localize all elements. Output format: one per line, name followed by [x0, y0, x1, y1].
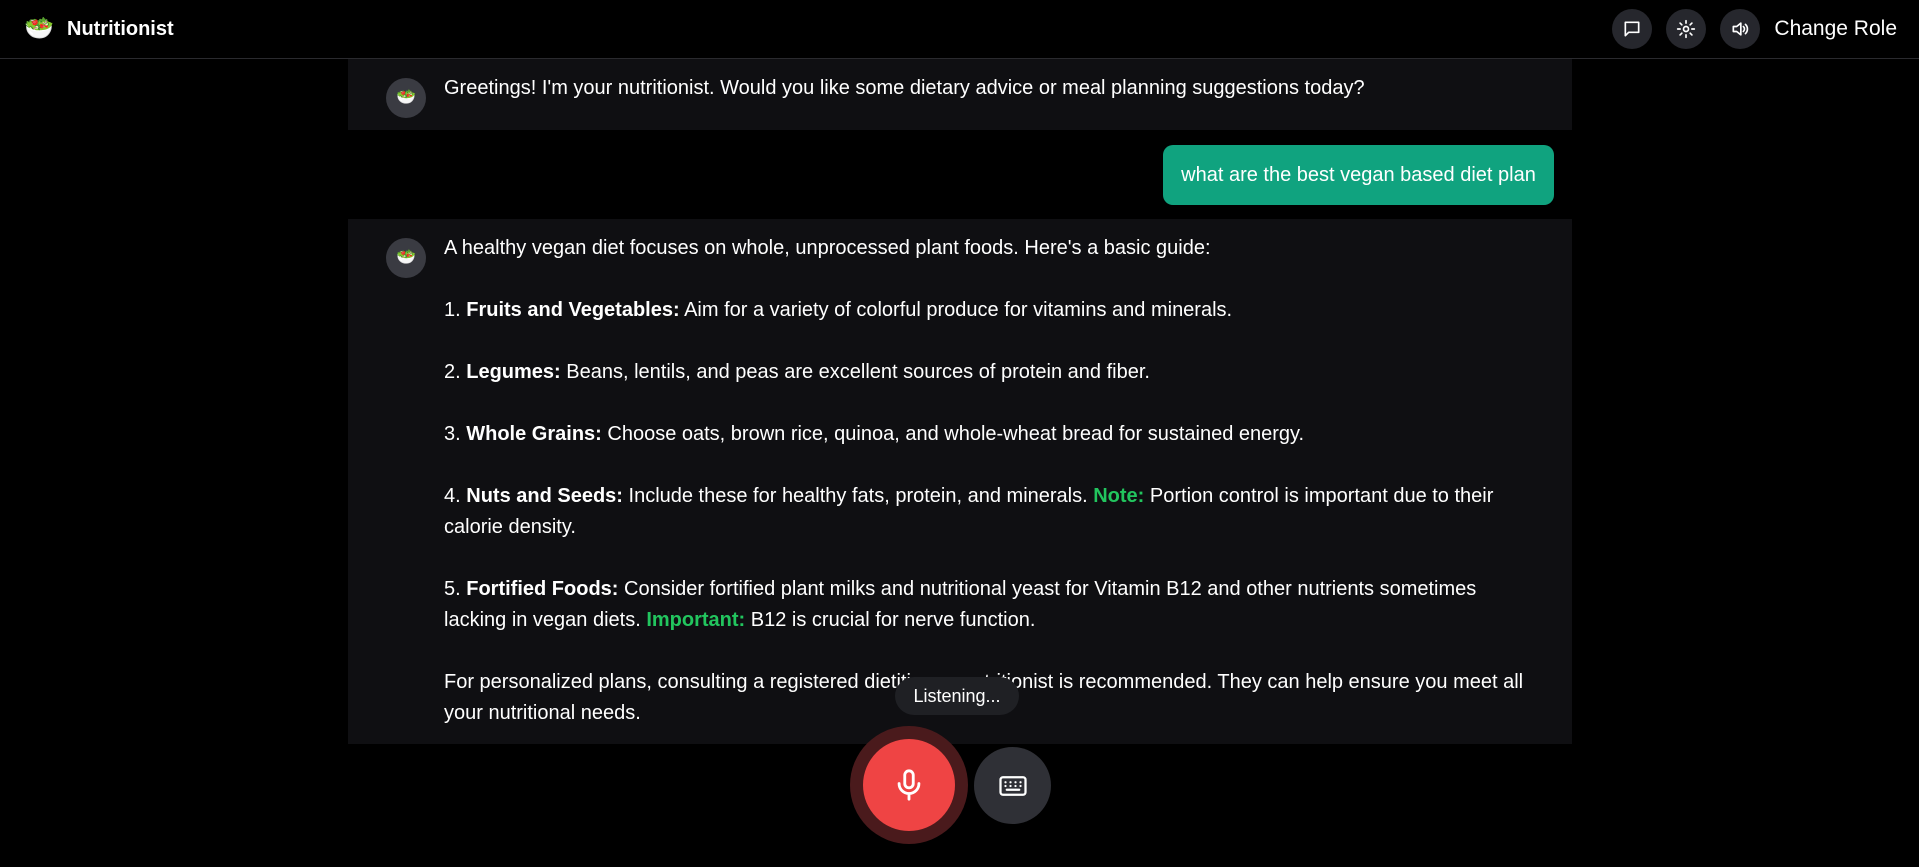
settings-button[interactable]	[1666, 9, 1707, 49]
change-role-button[interactable]: Change Role	[1774, 17, 1897, 41]
chat-button[interactable]	[1612, 9, 1653, 49]
listening-status: Listening...	[895, 677, 1019, 715]
note-label: Note:	[1093, 485, 1145, 507]
app-title: Nutritionist	[67, 17, 174, 40]
top-actions: Change Role	[1598, 8, 1897, 50]
list-item: 4. Nuts and Seeds: Include these for hea…	[444, 485, 1494, 538]
speaker-button[interactable]	[1720, 9, 1761, 49]
keyboard-icon	[998, 775, 1027, 796]
gear-icon	[1677, 19, 1696, 39]
chat-icon	[1624, 21, 1640, 37]
speaker-icon	[1732, 22, 1749, 36]
assistant-message-reply: 🥗 A healthy vegan diet focuses on whole,…	[348, 219, 1572, 744]
assistant-avatar: 🥗	[386, 78, 426, 118]
list-item: 1. Fruits and Vegetables: Aim for a vari…	[444, 299, 1233, 321]
mic-ring	[850, 726, 968, 844]
list-item: 3. Whole Grains: Choose oats, brown rice…	[444, 423, 1305, 445]
greeting-text: Greetings! I'm your nutritionist. Would …	[444, 77, 1365, 99]
reply-text: A healthy vegan diet focuses on whole, u…	[444, 233, 1532, 729]
assistant-message-greeting: 🥗 Greetings! I'm your nutritionist. Woul…	[348, 59, 1572, 130]
microphone-button[interactable]	[863, 739, 955, 831]
list-item: 2. Legumes: Beans, lentils, and peas are…	[444, 361, 1150, 383]
brand: 🥗 Nutritionist	[24, 14, 174, 44]
user-message: what are the best vegan based diet plan	[1163, 145, 1554, 205]
list-item: 5. Fortified Foods: Consider fortified p…	[444, 578, 1477, 631]
top-bar: 🥗 Nutritionist Change Role	[0, 0, 1919, 59]
keyboard-button[interactable]	[974, 747, 1051, 824]
salad-bowl-icon: 🥗	[24, 15, 54, 42]
microphone-icon	[897, 769, 921, 801]
assistant-avatar: 🥗	[386, 238, 426, 278]
reply-intro: A healthy vegan diet focuses on whole, u…	[444, 237, 1211, 259]
important-label: Important:	[646, 609, 746, 631]
